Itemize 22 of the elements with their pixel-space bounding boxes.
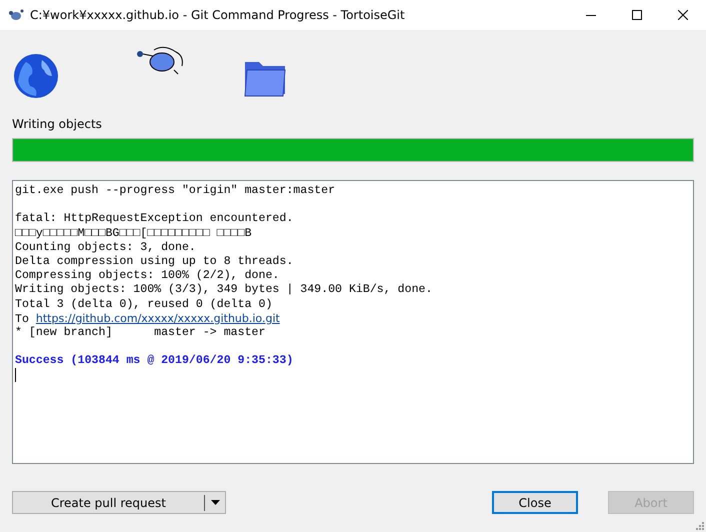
log-line: Compressing objects: 100% (2/2), done. [15,269,280,284]
log-line: git.exe push --progress "origin" master:master [15,184,336,198]
maximize-icon [632,10,642,20]
status-label: Writing objects [12,117,102,131]
globe-icon [12,52,60,100]
create-pull-request-button[interactable]: Create pull request [12,491,226,514]
repository-link[interactable]: https://github.com/xxxxx/xxxxx.github.io.git [36,312,280,325]
log-line: Counting objects: 3, done. [15,240,197,255]
resize-grip-icon [696,522,704,530]
caret-icon [210,500,220,505]
log-line: Writing objects: 100% (3/3), 349 bytes | 349.00 KiB/s, done. [15,283,434,298]
log-line: To [15,312,30,326]
success-message: Success (103844 ms @ 2019/06/20 9:35:33) [15,354,294,368]
window-title: C:¥work¥xxxxx.github.io - Git Command Progress - TortoiseGit [29,8,406,22]
text-cursor [15,368,16,382]
dialog-button[interactable]: Close [492,491,578,514]
log-line: Delta compression using up to 8 threads. [15,254,294,270]
log-line: Total 3 (delta 0), reused 0 (delta 0) [15,298,274,312]
log-line: * [new branch] master -> master [15,326,266,340]
close-icon [678,10,688,20]
log-line: fatal: HttpRequestException encountered. [15,212,294,227]
log-line: □□□y□□□□□M□□□BG□□□[□□□□□□□□□ □□□□B [15,226,253,241]
